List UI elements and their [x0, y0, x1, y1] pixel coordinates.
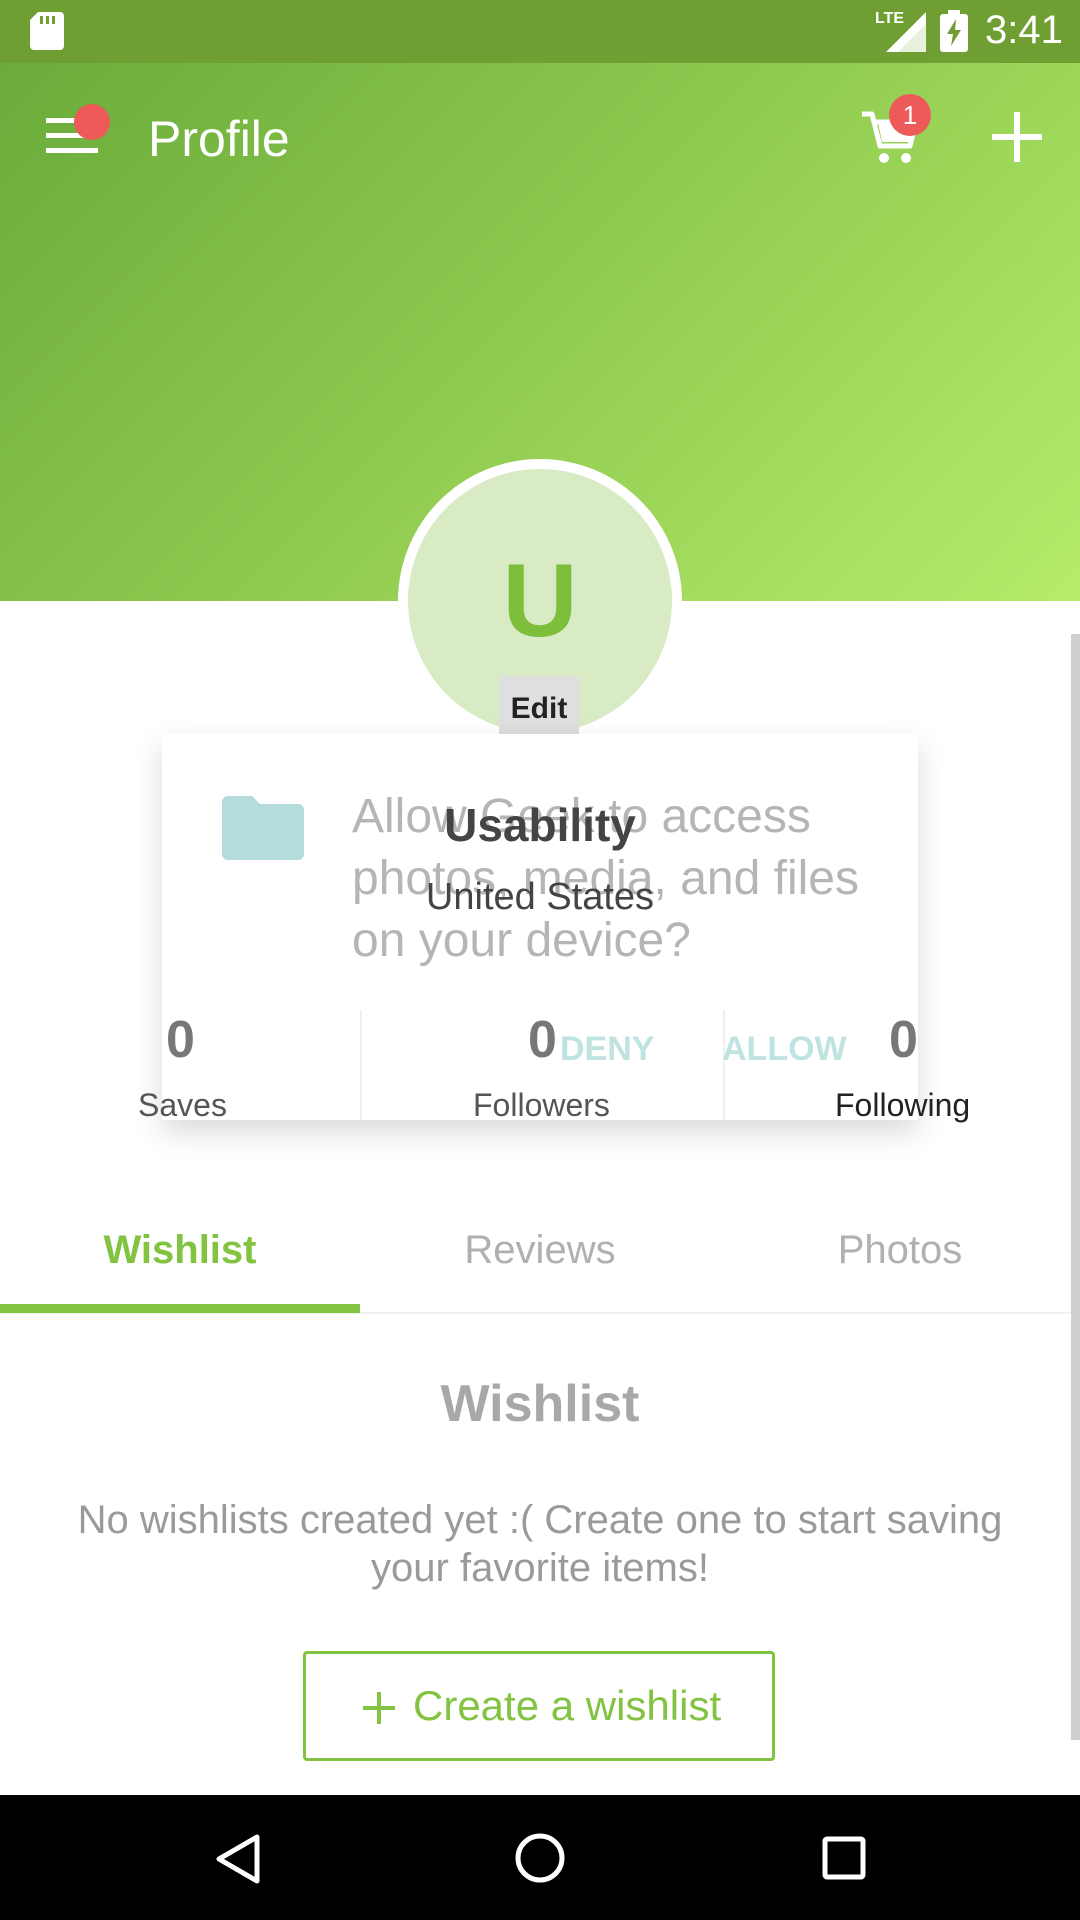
back-icon[interactable] [213, 1833, 261, 1885]
menu-notification-dot [74, 104, 110, 140]
status-clock: 3:41 [985, 8, 1063, 52]
sd-card-icon [30, 12, 64, 50]
create-wishlist-button[interactable]: Create a wishlist [303, 1651, 775, 1761]
plus-icon [363, 1692, 395, 1724]
saves-count[interactable]: 0 [166, 1010, 195, 1070]
cart-count-badge: 1 [889, 94, 931, 136]
add-icon[interactable] [992, 112, 1042, 162]
saves-label[interactable]: Saves [138, 1087, 227, 1124]
scrollbar[interactable] [1071, 634, 1080, 1740]
home-icon[interactable] [514, 1832, 566, 1884]
create-wishlist-label: Create a wishlist [413, 1682, 722, 1729]
active-tab-indicator [0, 1304, 360, 1313]
allow-button[interactable]: ALLOW [722, 1030, 847, 1069]
page-title: Profile [148, 111, 290, 167]
folder-icon [222, 796, 304, 860]
tab-reviews[interactable]: Reviews [360, 1228, 720, 1273]
battery-charging-icon [940, 10, 968, 52]
wishlist-heading: Wishlist [440, 1375, 640, 1433]
followers-label[interactable]: Followers [473, 1087, 610, 1124]
user-location: United States [425, 876, 655, 918]
followers-count[interactable]: 0 [528, 1010, 557, 1070]
following-label[interactable]: Following [835, 1087, 970, 1124]
signal-icon [886, 12, 926, 52]
edit-avatar-button[interactable]: Edit [499, 676, 579, 742]
tab-wishlist[interactable]: Wishlist [0, 1228, 360, 1273]
wishlist-empty-message: No wishlists created yet :( Create one t… [77, 1498, 1003, 1590]
following-count[interactable]: 0 [889, 1010, 918, 1070]
tab-photos[interactable]: Photos [720, 1228, 1080, 1273]
stat-divider [360, 1010, 362, 1120]
deny-button[interactable]: DENY [560, 1030, 654, 1069]
user-name: Usability [444, 799, 636, 851]
recents-icon[interactable] [822, 1836, 866, 1880]
